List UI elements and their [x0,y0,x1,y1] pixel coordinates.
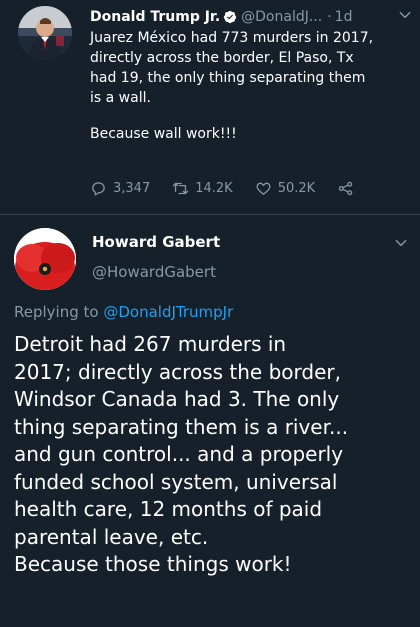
like-button[interactable]: 50.2K [255,180,315,197]
author-name[interactable]: Donald Trump Jr. [90,9,220,25]
avatar[interactable] [18,6,72,60]
reply-line: health care, 12 months of paid [14,497,323,521]
retweet-icon [172,182,189,194]
reply-count: 3,347 [113,180,151,196]
tweet-header: Donald Trump Jr. @DonaldJ... · 1d [90,6,408,28]
chevron-down-icon[interactable] [394,236,408,250]
heart-icon [256,182,271,195]
author-handle[interactable]: @DonaldJ... [241,9,322,25]
tweet-body: Donald Trump Jr. @DonaldJ... · 1d Juarez… [90,6,408,144]
replying-prefix: Replying to [14,303,99,321]
reply-line: Because those things work! [14,552,292,576]
reply-avatar[interactable] [14,228,76,290]
reply-text: Detroit had 267 murders in 2017; directl… [14,331,414,579]
tweet-line: Juarez México had 773 murders in 2017, [90,30,374,46]
tweet-line: directly across the border, El Paso, Tx [90,50,354,66]
retweet-count: 14.2K [195,180,233,196]
replying-to: Replying to @DonaldJTrumpJr [14,303,233,321]
reply-line: Windsor Canada had 3. The only [14,387,340,411]
reply-author-name[interactable]: Howard Gabert [92,233,220,251]
share-button[interactable] [337,180,360,197]
reply-line: Detroit had 267 murders in [14,332,287,356]
reply-line: 2017; directly across the border, [14,359,341,384]
tweet-text: Juarez México had 773 murders in 2017, d… [90,28,408,144]
retweet-button[interactable]: 14.2K [172,180,233,197]
reply-button[interactable]: 3,347 [90,180,150,197]
tweet-line: Because wall work!!! [90,126,237,142]
separator-dot: · [327,9,332,25]
original-tweet[interactable]: Donald Trump Jr. @DonaldJ... · 1d Juarez… [0,0,420,214]
replying-mention-link[interactable]: @DonaldJTrumpJr [103,303,233,321]
tweet-thread: Donald Trump Jr. @DonaldJ... · 1d Juarez… [0,0,420,627]
chevron-down-icon[interactable] [398,8,412,22]
divider [0,214,420,215]
timestamp[interactable]: 1d [335,9,353,25]
tweet-line: is a wall. [90,90,151,106]
reply-author-handle[interactable]: @HowardGabert [92,263,216,281]
reply-line: and gun control... and a properly [14,442,344,466]
reply-icon [92,181,105,196]
reply-line: thing separating them is a river... [14,414,349,439]
reply-line: funded school system, universal [14,469,338,494]
share-icon [338,181,353,195]
like-count: 50.2K [277,180,316,196]
tweet-actions: 3,347 14.2K 50.2K [90,178,390,198]
tweet-line: had 19, the only thing separating them [90,70,366,86]
reply-line: parental leave, etc. [14,524,209,549]
verified-badge-icon [224,10,237,24]
